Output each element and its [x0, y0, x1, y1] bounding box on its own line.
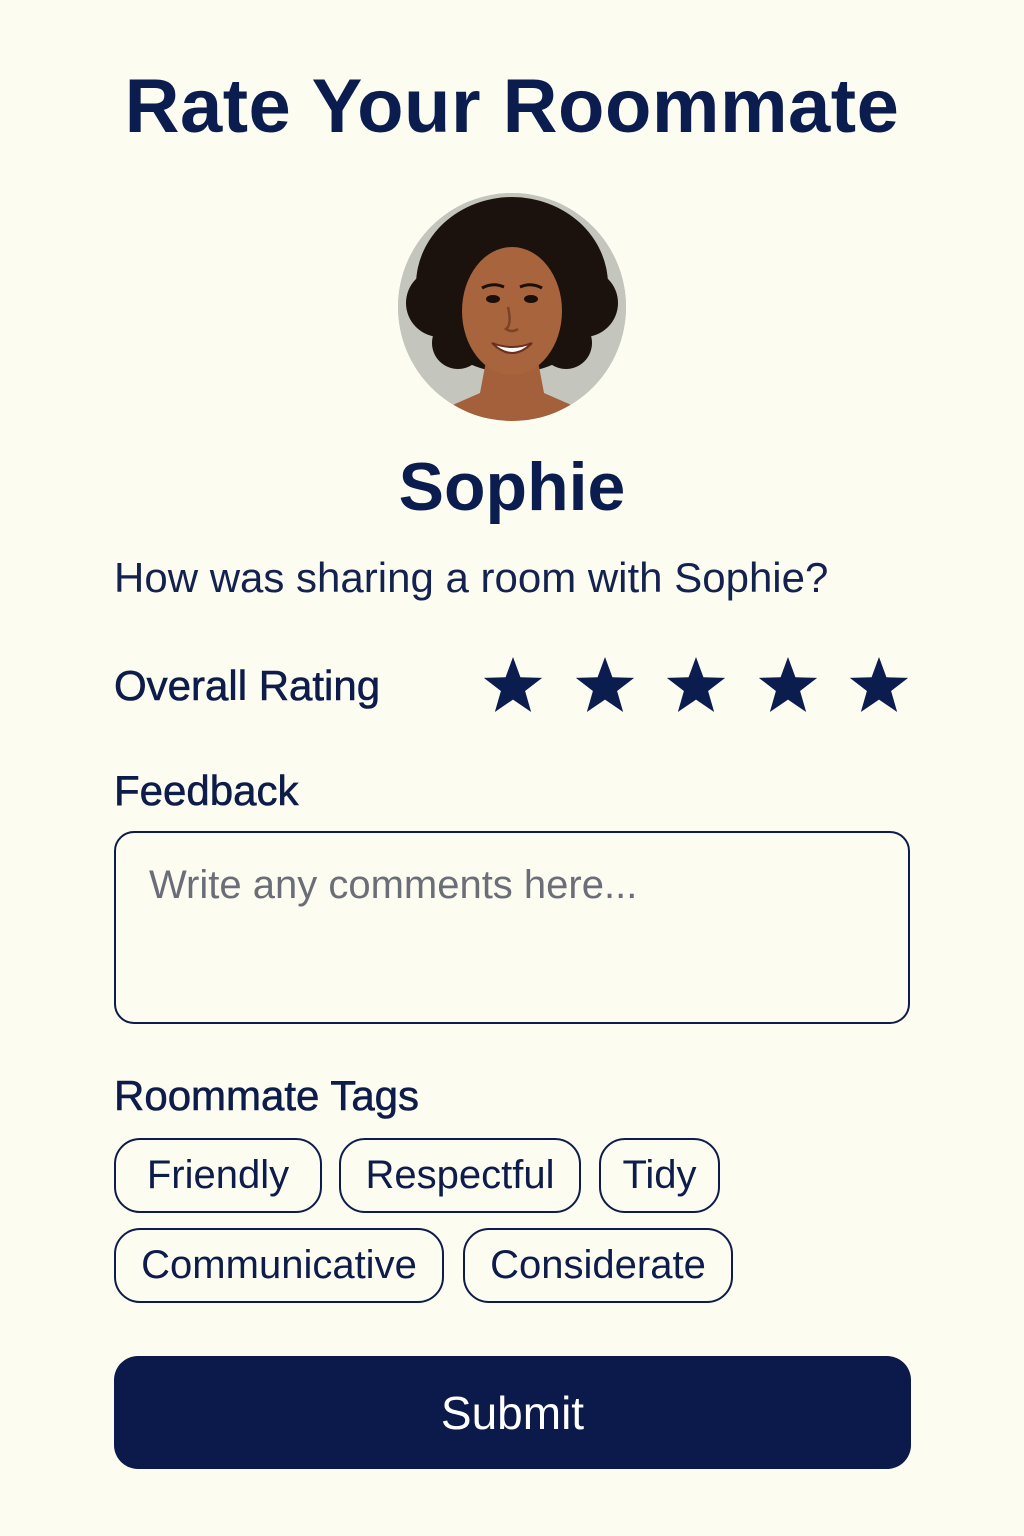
tag-respectful[interactable]: Respectful	[339, 1138, 581, 1213]
roommate-name: Sophie	[398, 449, 626, 525]
feedback-label: Feedback	[114, 767, 299, 815]
star-rating	[480, 652, 912, 718]
star-icon-3[interactable]	[663, 652, 729, 718]
tag-communicative[interactable]: Communicative	[114, 1228, 444, 1303]
page-title: Rate Your Roommate	[124, 64, 900, 149]
tag-friendly[interactable]: Friendly	[114, 1138, 322, 1213]
person-photo-icon	[398, 193, 626, 421]
submit-button[interactable]: Submit	[114, 1356, 911, 1469]
overall-rating-label: Overall Rating	[114, 662, 381, 710]
star-icon-1[interactable]	[480, 652, 546, 718]
roommate-tags-label: Roommate Tags	[114, 1072, 420, 1120]
avatar	[398, 193, 626, 421]
tag-considerate[interactable]: Considerate	[463, 1228, 733, 1303]
rating-question: How was sharing a room with Sophie?	[114, 554, 829, 601]
tag-tidy[interactable]: Tidy	[599, 1138, 720, 1213]
feedback-textarea[interactable]	[114, 831, 910, 1024]
star-icon-4[interactable]	[755, 652, 821, 718]
star-icon-2[interactable]	[572, 652, 638, 718]
star-icon-5[interactable]	[846, 652, 912, 718]
